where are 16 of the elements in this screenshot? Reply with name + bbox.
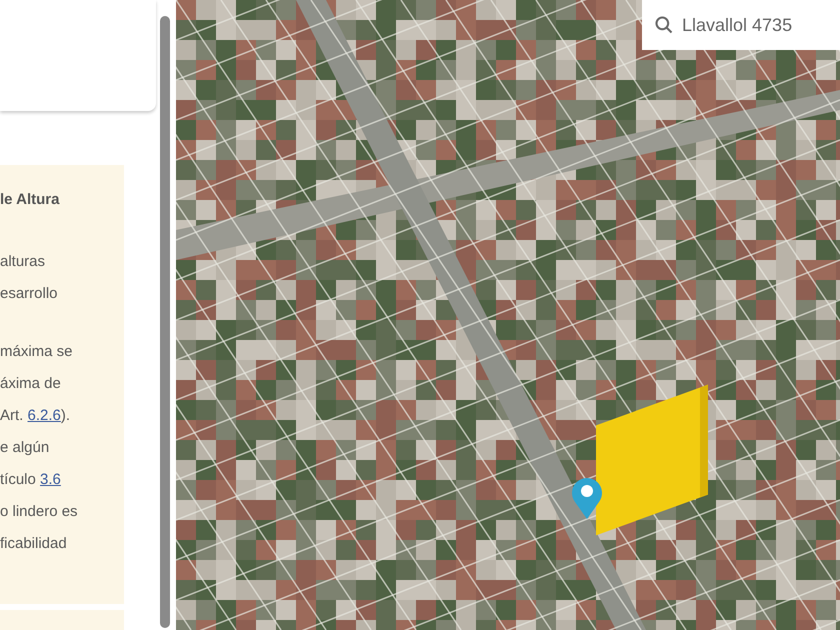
search-icon — [654, 15, 674, 35]
text-line: áxima de — [0, 374, 62, 394]
article-link[interactable]: 3.6 — [40, 471, 61, 488]
text-line: Art. 6.2.6). — [0, 406, 72, 426]
text-line: o lindero es — [0, 502, 79, 522]
text-line: e algún — [0, 438, 50, 458]
text-line: ficabilidad — [0, 534, 68, 554]
search-field[interactable]: Llavallol 4735 — [642, 0, 840, 50]
text-line: alturas — [0, 252, 46, 272]
text-line: tículo 3.6 — [0, 470, 62, 490]
search-value: Llavallol 4735 — [682, 14, 792, 36]
text-line: esarrollo — [0, 284, 59, 304]
text-line: máxima se — [0, 342, 74, 362]
article-link[interactable]: 6.2.6 — [28, 407, 61, 424]
card-heading: le Altura — [0, 190, 60, 210]
scrollbar[interactable] — [160, 16, 170, 628]
